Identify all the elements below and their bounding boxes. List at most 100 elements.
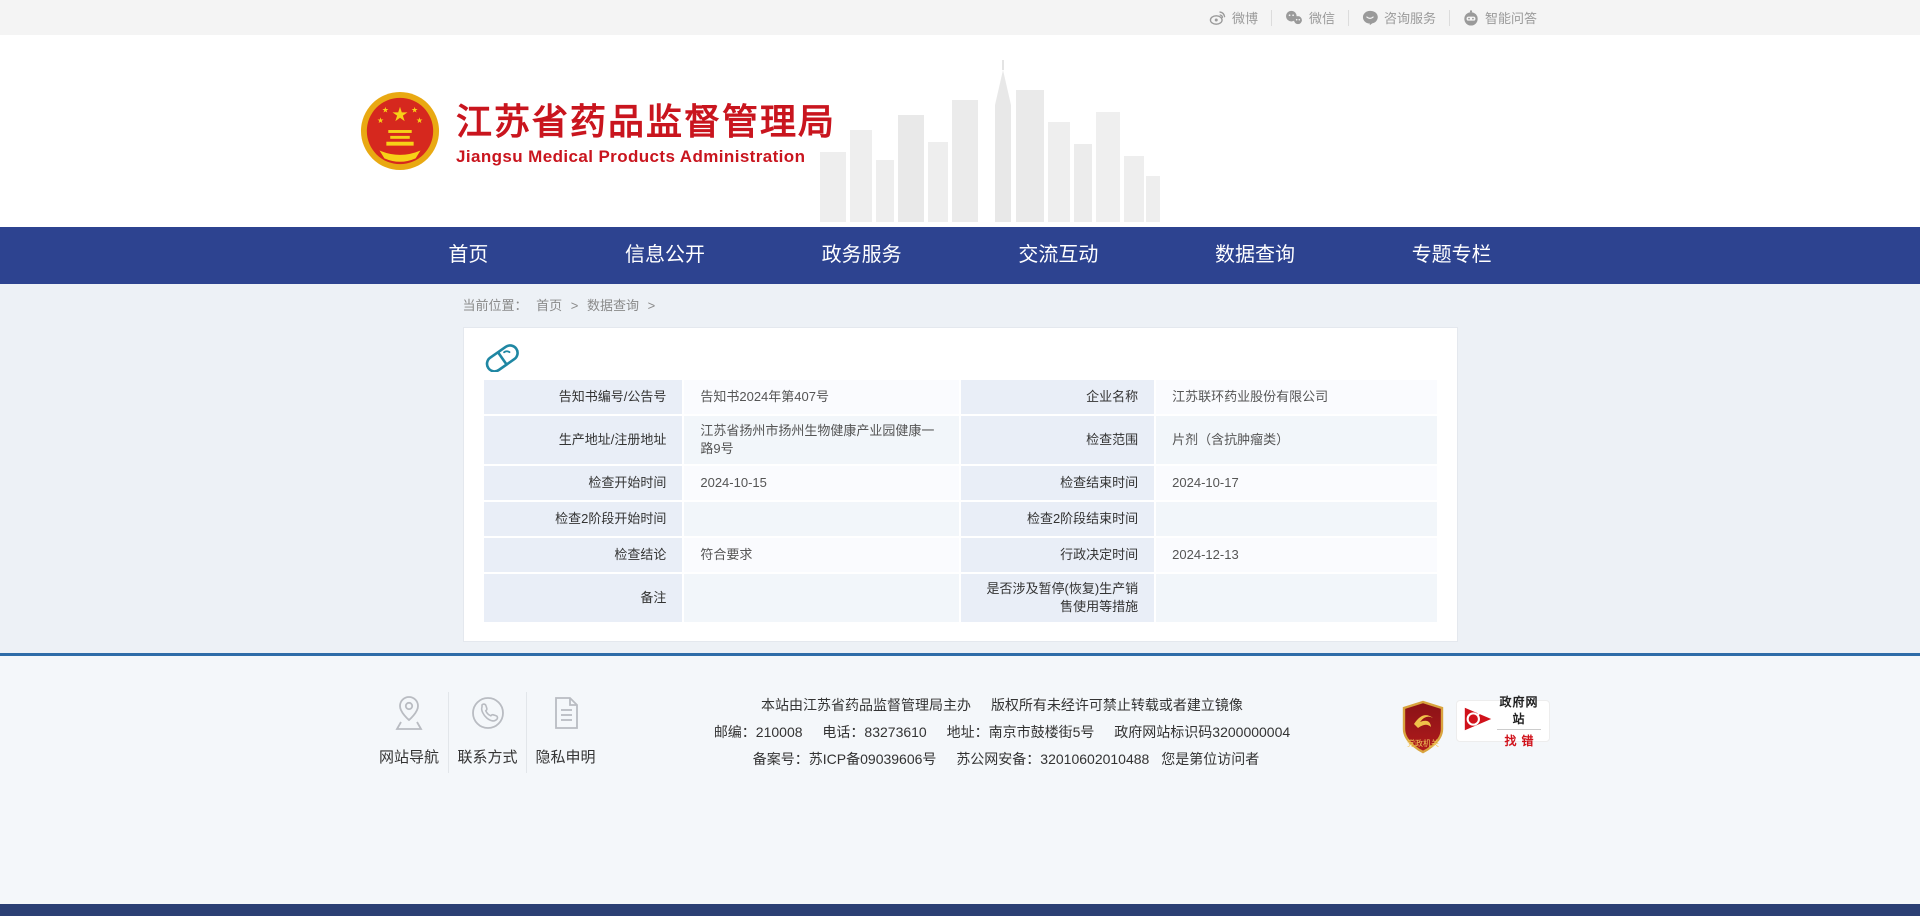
decision-date-label: 行政决定时间 <box>961 538 1154 572</box>
page: 微博 微信 咨询服务 智能问答 <box>0 0 1920 916</box>
footer-link-contact[interactable]: 联系方式 <box>448 692 526 773</box>
footer-line-3: 备案号：苏ICP备09039606号 苏公网安备：32010602010488 … <box>620 746 1384 773</box>
breadcrumb-separator: > <box>571 298 579 313</box>
consult-service-icon <box>1362 10 1378 25</box>
top-utility-bar: 微博 微信 咨询服务 智能问答 <box>0 0 1920 35</box>
main-nav: 首页 信息公开 政务服务 交流互动 数据查询 专题专栏 <box>0 227 1920 284</box>
notice-number-value: 告知书2024年第407号 <box>684 380 959 414</box>
city-skyline-decoration <box>820 60 1160 227</box>
footer-icp-number[interactable]: 备案号：苏ICP备09039606号 <box>753 751 937 767</box>
footer-postcode: 邮编：210008 <box>714 724 803 740</box>
footer-quick-links: 网站导航 联系方式 <box>370 692 604 773</box>
end-date-label: 检查结束时间 <box>961 466 1154 500</box>
footer-visitor-counter: 您是第位访问者 <box>1161 751 1259 767</box>
wechat-icon <box>1285 10 1303 25</box>
svg-text:★: ★ <box>391 104 408 126</box>
smart-qa-link[interactable]: 智能问答 <box>1449 10 1550 26</box>
inspection-record-card: 告知书编号/公告号 告知书2024年第407号 企业名称 江苏联环药业股份有限公… <box>463 327 1458 642</box>
smart-qa-icon <box>1463 10 1479 26</box>
footer-info-text: 本站由江苏省药品监督管理局主办 版权所有未经许可禁止转载或者建立镜像 邮编：21… <box>604 692 1400 773</box>
inspection-scope-value: 片剂（含抗肿瘤类） <box>1156 416 1436 464</box>
footer-link-contact-label: 联系方式 <box>455 746 520 767</box>
phase2-end-label: 检查2阶段结束时间 <box>961 502 1154 536</box>
national-emblem-icon: ★ ★ ★ ★ ★ <box>360 91 440 176</box>
website-error-report-badge[interactable]: 政府网站 找错 <box>1456 700 1550 742</box>
party-gov-badge[interactable]: 党政机关 <box>1400 700 1446 759</box>
document-icon <box>533 692 598 734</box>
conclusion-label: 检查结论 <box>484 538 683 572</box>
table-row: 生产地址/注册地址 江苏省扬州市扬州生物健康产业园健康一路9号 检查范围 片剂（… <box>484 416 1437 464</box>
table-row: 检查结论 符合要求 行政决定时间 2024-12-13 <box>484 538 1437 572</box>
nav-item-special-topics[interactable]: 专题专栏 <box>1353 227 1550 284</box>
breadcrumb-prefix: 当前位置： <box>463 298 528 313</box>
table-row: 检查2阶段开始时间 检查2阶段结束时间 <box>484 502 1437 536</box>
phase2-start-label: 检查2阶段开始时间 <box>484 502 683 536</box>
weibo-link[interactable]: 微博 <box>1196 10 1271 26</box>
suspension-measures-value <box>1156 574 1436 622</box>
nav-item-info-disclosure[interactable]: 信息公开 <box>567 227 764 284</box>
company-name-label: 企业名称 <box>961 380 1154 414</box>
map-pin-icon <box>376 692 442 734</box>
footer-line-2: 邮编：210008 电话：83273610 地址：南京市鼓楼街5号 政府网站标识… <box>620 719 1384 746</box>
phone-icon <box>455 692 520 734</box>
breadcrumb-separator: > <box>648 298 656 313</box>
footer-link-sitemap-label: 网站导航 <box>376 746 442 767</box>
consult-service-link[interactable]: 咨询服务 <box>1348 10 1449 26</box>
footer-security-number[interactable]: 苏公网安备：32010602010488 <box>956 751 1149 767</box>
footer-host-text: 本站由江苏省药品监督管理局主办 <box>761 697 971 713</box>
party-gov-badge-text: 党政机关 <box>1407 738 1439 748</box>
footer-link-sitemap[interactable]: 网站导航 <box>370 692 448 773</box>
error-report-badge-top-text: 政府网站 <box>1494 693 1544 727</box>
footer-address: 地址：南京市鼓楼街5号 <box>947 724 1095 740</box>
breadcrumb: 当前位置： 首页 > 数据查询 > <box>463 284 1458 314</box>
site-subtitle: Jiangsu Medical Products Administration <box>456 147 836 167</box>
site-logo[interactable]: ★ ★ ★ ★ ★ 江苏省药品监督管理局 Jiangsu Medical Pro… <box>360 91 836 176</box>
svg-text:★: ★ <box>411 105 418 114</box>
error-report-badge-bottom-text: 找错 <box>1494 732 1544 749</box>
table-row: 告知书编号/公告号 告知书2024年第407号 企业名称 江苏联环药业股份有限公… <box>484 380 1437 414</box>
smart-qa-label: 智能问答 <box>1485 8 1537 27</box>
address-value: 江苏省扬州市扬州生物健康产业园健康一路9号 <box>684 416 959 464</box>
bottom-navy-bar <box>0 904 1920 916</box>
error-report-magnifier-icon <box>1462 703 1494 740</box>
start-date-value: 2024-10-15 <box>684 466 959 500</box>
wechat-label: 微信 <box>1309 8 1335 27</box>
table-row: 备注 是否涉及暂停(恢复)生产销售使用等措施 <box>484 574 1437 622</box>
inspection-detail-table: 告知书编号/公告号 告知书2024年第407号 企业名称 江苏联环药业股份有限公… <box>482 378 1439 624</box>
inspection-scope-label: 检查范围 <box>961 416 1154 464</box>
conclusion-value: 符合要求 <box>684 538 959 572</box>
footer-phone: 电话：83273610 <box>822 724 926 740</box>
footer-site-id: 政府网站标识码3200000004 <box>1114 724 1290 740</box>
decision-date-value: 2024-12-13 <box>1156 538 1436 572</box>
company-name-value: 江苏联环药业股份有限公司 <box>1156 380 1436 414</box>
weibo-icon <box>1209 10 1226 25</box>
breadcrumb-home[interactable]: 首页 <box>536 298 562 313</box>
consult-service-label: 咨询服务 <box>1384 8 1436 27</box>
pill-icon <box>482 342 1439 374</box>
site-title: 江苏省药品监督管理局 <box>456 100 836 144</box>
nav-item-home[interactable]: 首页 <box>370 227 567 284</box>
footer-link-privacy[interactable]: 隐私申明 <box>526 692 604 773</box>
remarks-value <box>684 574 959 622</box>
suspension-measures-label: 是否涉及暂停(恢复)生产销售使用等措施 <box>961 574 1154 622</box>
footer-copyright-text: 版权所有未经许可禁止转载或者建立镜像 <box>991 697 1243 713</box>
nav-item-interaction[interactable]: 交流互动 <box>960 227 1157 284</box>
footer-link-privacy-label: 隐私申明 <box>533 746 598 767</box>
footer-badges: 党政机关 政府网站 找错 <box>1400 700 1550 773</box>
main-content: 当前位置： 首页 > 数据查询 > <box>0 284 1920 653</box>
end-date-value: 2024-10-17 <box>1156 466 1436 500</box>
start-date-label: 检查开始时间 <box>484 466 683 500</box>
breadcrumb-data-query[interactable]: 数据查询 <box>587 298 639 313</box>
phase2-start-value <box>684 502 959 536</box>
nav-item-data-query[interactable]: 数据查询 <box>1157 227 1354 284</box>
address-label: 生产地址/注册地址 <box>484 416 683 464</box>
table-row: 检查开始时间 2024-10-15 检查结束时间 2024-10-17 <box>484 466 1437 500</box>
footer-line-1: 本站由江苏省药品监督管理局主办 版权所有未经许可禁止转载或者建立镜像 <box>620 692 1384 719</box>
svg-text:★: ★ <box>382 105 389 114</box>
notice-number-label: 告知书编号/公告号 <box>484 380 683 414</box>
wechat-link[interactable]: 微信 <box>1271 10 1348 26</box>
weibo-label: 微博 <box>1232 8 1258 27</box>
remarks-label: 备注 <box>484 574 683 622</box>
error-report-badge-divider <box>1497 729 1541 730</box>
nav-item-gov-services[interactable]: 政务服务 <box>763 227 960 284</box>
